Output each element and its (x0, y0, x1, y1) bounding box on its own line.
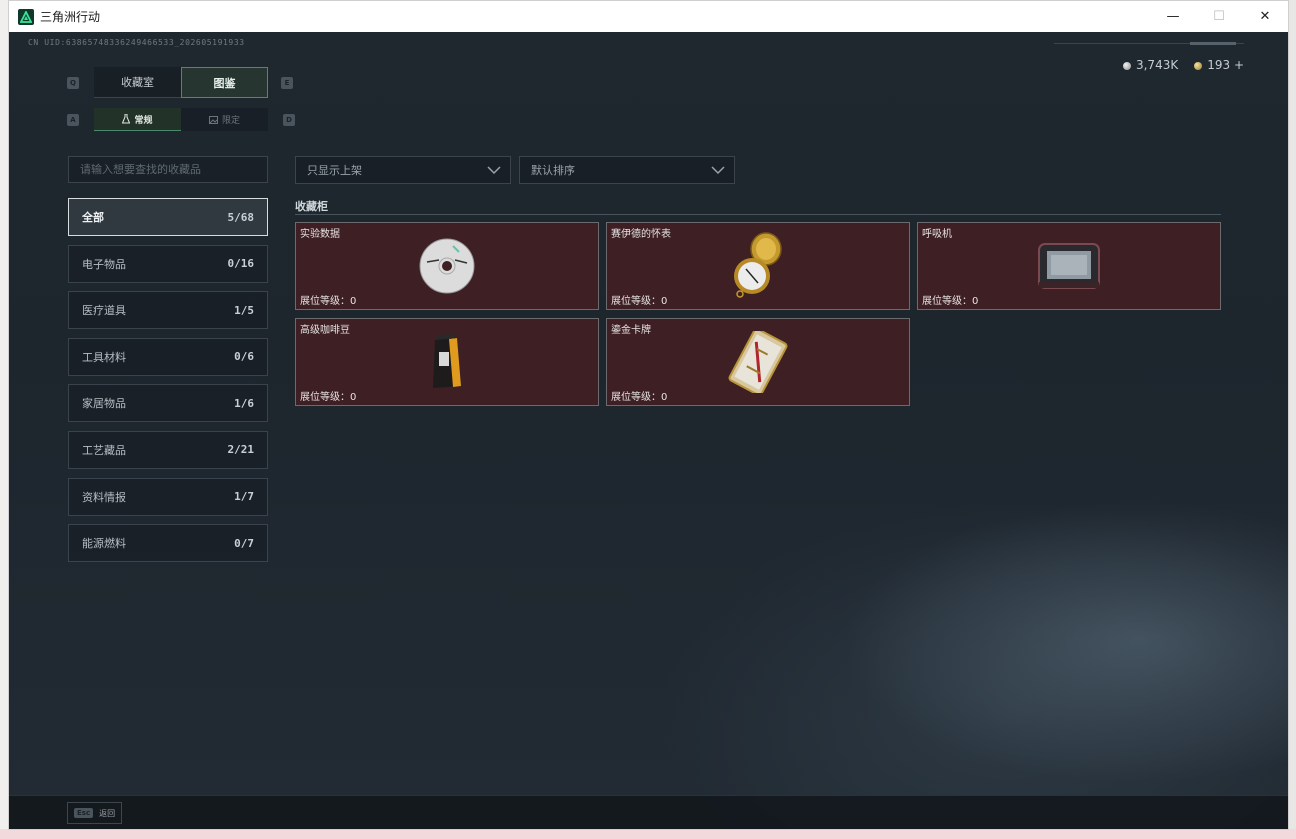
cabinet-divider (295, 214, 1221, 215)
silver-amount: 3,743K (1135, 58, 1179, 72)
gold-amount: 193 + (1207, 58, 1244, 72)
category-label: 工艺藏品 (82, 443, 126, 457)
currency-display: 3,743K 193 + (1122, 58, 1244, 72)
title-bar[interactable]: 三角洲行动 — ☐ ✕ (9, 1, 1288, 32)
category-count: 2/21 (227, 443, 255, 457)
category-label: 家居物品 (82, 397, 126, 411)
cabinet-item-card[interactable]: 呼吸机 展位等级：0 (917, 222, 1221, 310)
category-count: 0/16 (227, 257, 255, 271)
app-window: 三角洲行动 — ☐ ✕ CN UID:63865748336249466533_… (8, 0, 1289, 830)
item-level: 展位等级：0 (300, 392, 357, 403)
image-icon (208, 115, 218, 124)
disc-icon (419, 238, 475, 294)
search-box[interactable] (68, 156, 268, 183)
cabinet-item-card[interactable]: 高级咖啡豆 展位等级：0 (295, 318, 599, 406)
category-count: 0/6 (234, 350, 254, 364)
category-household[interactable]: 家居物品 1/6 (68, 384, 268, 423)
esc-key-hint: Esc (74, 808, 94, 818)
category-intel[interactable]: 资料情报 1/7 (68, 477, 268, 516)
item-level: 展位等级：0 (300, 296, 357, 307)
window-title: 三角洲行动 (40, 10, 101, 24)
pocket-watch-icon (734, 232, 782, 298)
cabinet-item-card[interactable]: 鎏金卡牌 展位等级：0 (606, 318, 910, 406)
cabinet-item-card[interactable]: 赛伊德的怀表 展位等级：0 (606, 222, 910, 310)
category-label: 全部 (82, 211, 104, 224)
silver-currency: 3,743K (1122, 58, 1179, 72)
sub-tabs: 常规 限定 (94, 108, 268, 131)
category-label: 资料情报 (82, 490, 126, 504)
shelf-filter-dropdown[interactable]: 只显示上架 (295, 156, 511, 184)
flask-icon (122, 114, 131, 124)
subtab-regular[interactable]: 常规 (94, 108, 181, 131)
taskbar-edge (0, 829, 1296, 839)
item-name: 实验数据 (300, 229, 340, 240)
cabinet-item-card[interactable]: 实验数据 展位等级：0 (295, 222, 599, 310)
ventilator-icon (1038, 243, 1100, 289)
category-label: 电子物品 (82, 257, 126, 271)
minimize-button[interactable]: — (1150, 1, 1196, 32)
chevron-down-icon (487, 166, 501, 175)
item-level: 展位等级：0 (611, 296, 668, 307)
key-hint-next-tab: E (281, 77, 293, 89)
chevron-down-icon (711, 166, 725, 175)
game-viewport: CN UID:63865748336249466533_202605191933… (9, 32, 1288, 829)
category-tools[interactable]: 工具材料 0/6 (68, 337, 268, 376)
delta-force-logo-icon (18, 8, 34, 25)
category-label: 能源燃料 (82, 537, 126, 551)
header-divider-accent (1190, 42, 1236, 45)
item-name: 赛伊德的怀表 (611, 229, 671, 240)
uid-label: CN UID:63865748336249466533_202605191933 (28, 38, 245, 47)
desktop-background (0, 0, 8, 839)
category-count: 5/68 (227, 210, 255, 224)
category-count: 0/7 (234, 536, 254, 550)
sort-value: 默认排序 (531, 164, 575, 177)
category-medical[interactable]: 医疗道具 1/5 (68, 291, 268, 330)
back-label: 返回 (99, 808, 116, 818)
gold-coin-icon (1194, 61, 1203, 70)
silver-coin-icon (1122, 61, 1131, 70)
tab-catalog[interactable]: 图鉴 (181, 67, 268, 98)
main-tabs: 收藏室 图鉴 (94, 67, 268, 98)
item-name: 高级咖啡豆 (300, 325, 350, 336)
back-button[interactable]: Esc 返回 (67, 802, 123, 824)
category-energy[interactable]: 能源燃料 0/7 (68, 524, 268, 563)
cabinet-title: 收藏柜 (295, 200, 328, 213)
category-label: 工具材料 (82, 350, 126, 364)
subtab-regular-label: 常规 (134, 115, 153, 126)
bottom-bar: Esc 返回 (9, 795, 1288, 829)
tab-collection-room[interactable]: 收藏室 (94, 67, 181, 98)
item-name: 呼吸机 (922, 229, 952, 240)
subtab-limited[interactable]: 限定 (181, 108, 268, 131)
key-hint-next-subtab: D (283, 114, 295, 126)
close-button[interactable]: ✕ (1242, 1, 1288, 32)
category-list: 全部 5/68 电子物品 0/16 医疗道具 1/5 工具材料 0/6 家居物品 1/6 … (68, 198, 268, 571)
search-input[interactable] (80, 163, 267, 176)
window-controls: — ☐ ✕ (1150, 1, 1288, 32)
item-name: 鎏金卡牌 (611, 325, 651, 336)
gold-currency[interactable]: 193 + (1194, 58, 1244, 72)
maximize-button[interactable]: ☐ (1196, 1, 1242, 32)
category-all[interactable]: 全部 5/68 (68, 198, 268, 236)
category-label: 医疗道具 (82, 304, 126, 318)
shelf-filter-value: 只显示上架 (307, 164, 362, 177)
key-hint-prev-tab: Q (67, 77, 79, 89)
category-count: 1/7 (234, 490, 254, 504)
subtab-limited-label: 限定 (221, 116, 240, 126)
category-count: 1/6 (234, 396, 254, 410)
item-level: 展位等级：0 (922, 296, 979, 307)
category-crafts[interactable]: 工艺藏品 2/21 (68, 430, 268, 469)
category-count: 1/5 (234, 303, 254, 317)
sort-dropdown[interactable]: 默认排序 (519, 156, 735, 184)
gilded-card-icon (728, 331, 788, 393)
category-electronics[interactable]: 电子物品 0/16 (68, 244, 268, 283)
key-hint-prev-subtab: A (67, 114, 79, 126)
coffee-bag-icon (433, 334, 461, 388)
item-level: 展位等级：0 (611, 392, 668, 403)
